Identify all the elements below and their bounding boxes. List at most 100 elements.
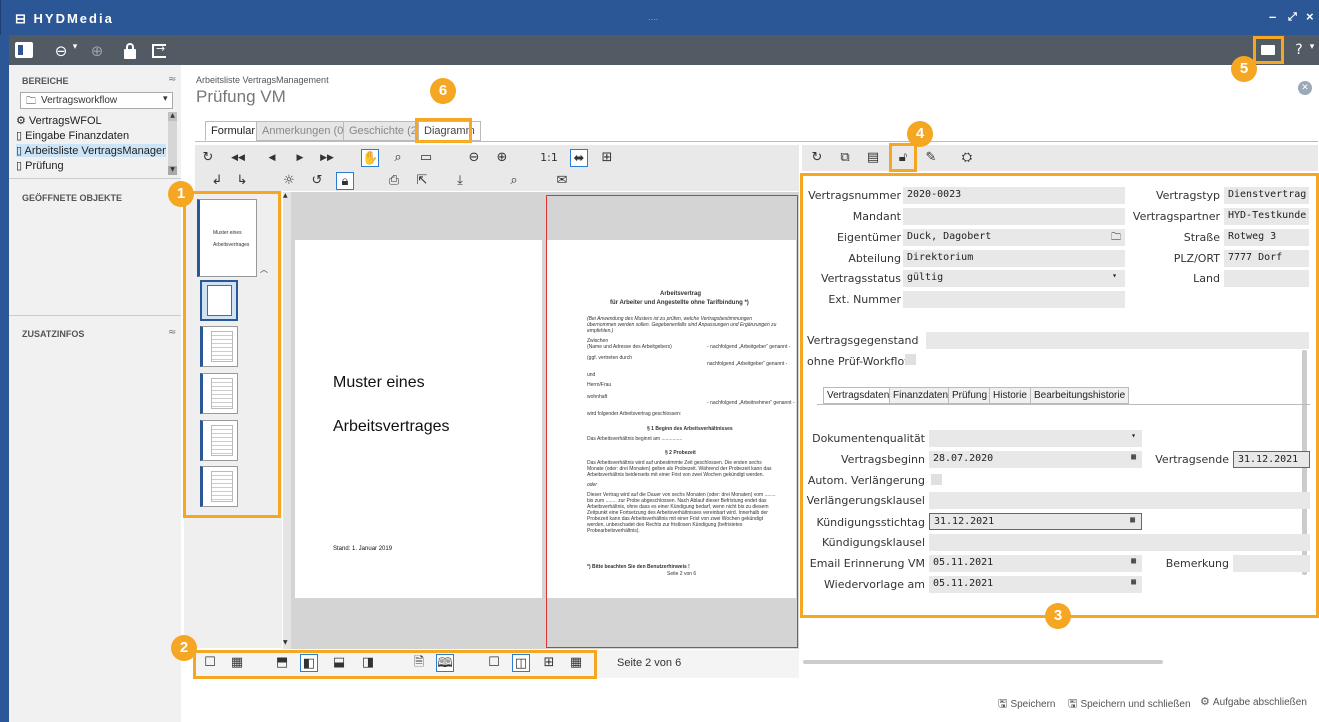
close-button[interactable]: × (1306, 9, 1314, 24)
sidebar-bereiche-heading: BEREICHE (22, 76, 69, 86)
lock-icon[interactable] (124, 43, 136, 59)
page-status: Seite 2 von 6 (617, 657, 682, 669)
restore-button[interactable]: ⤢ (1288, 11, 1297, 24)
highlight-box-5 (1253, 36, 1284, 64)
sidebar-item-pruefung[interactable]: ▯ Prüfung (16, 159, 64, 172)
zoom-select-icon[interactable]: ⌕ (389, 149, 407, 167)
zoom-1to1-button[interactable]: 1:1 (538, 149, 560, 167)
copy-icon[interactable]: ⧉ (836, 149, 854, 167)
drag-handle[interactable]: .... (648, 13, 658, 22)
download-icon[interactable]: ⤓ (451, 172, 469, 190)
window-left-edge (0, 35, 9, 722)
thumbnail-scrollbar[interactable]: ▲ ▼ (283, 192, 291, 649)
highlight-box-6 (415, 118, 472, 143)
hand-tool-icon[interactable]: ✋ (361, 149, 379, 167)
badge-6: 6 (430, 78, 456, 104)
next-page-icon[interactable]: ▶ (291, 149, 309, 167)
zoom-in-icon[interactable]: ⊕ (493, 149, 511, 167)
title-bar: ⊟ HYDMedia .... – ⤢ × (0, 0, 1319, 35)
last-page-icon[interactable]: ▶▶ (318, 149, 336, 167)
close-panel-icon[interactable]: ✕ (1298, 81, 1312, 95)
app-logo-icon: ⊟ (15, 11, 34, 26)
external-link-icon[interactable]: ⇱ (413, 172, 431, 190)
sidebar-item-label: VertragsWFOL (28, 115, 102, 127)
first-page-icon[interactable]: ◀◀ (229, 149, 247, 167)
area-select-icon[interactable]: ▭ (417, 149, 435, 167)
save-label: Speichern (1010, 699, 1056, 710)
breadcrumb: Arbeitsliste VertragsManagement (196, 75, 329, 85)
page-title: Prüfung VM (196, 87, 286, 106)
stamp-icon[interactable]: ⛭ (958, 149, 976, 167)
document-page-1: Muster eines Arbeitsvertrages Stand: 1. … (295, 240, 542, 598)
task-icon: ▯ (16, 130, 26, 142)
collapse-icon[interactable]: ≈ (168, 327, 176, 338)
highlight-box-3 (800, 173, 1319, 618)
save-button[interactable]: 🖫 Speichern (998, 695, 1055, 714)
reset-icon[interactable]: ↺ (308, 172, 326, 190)
sidebar-item-label: Arbeitsliste VertragsManagem (24, 145, 166, 157)
folder-icon: 🗀 (26, 96, 36, 107)
finish-task-label: Aufgabe abschließen (1212, 697, 1307, 708)
workflow-select-value: Vertragsworkflow (41, 95, 118, 106)
minimize-button[interactable]: – (1269, 9, 1276, 24)
back-icon[interactable]: ⊖ (52, 42, 70, 60)
highlight-box-4 (889, 143, 917, 172)
gears-icon: ⚙ (16, 115, 29, 127)
doc-page1-title-line1: Muster eines (333, 374, 425, 391)
search-doc-icon[interactable]: ⌕ (505, 172, 523, 190)
edit-icon[interactable]: ✎ (922, 149, 940, 167)
print-icon[interactable]: ⎙ (385, 172, 403, 190)
finish-task-button[interactable]: ⚙ Aufgabe abschließen (1200, 695, 1307, 708)
brightness-icon[interactable]: ☼ (280, 172, 298, 190)
save-close-button[interactable]: 🖫 Speichern und schließen (1068, 695, 1191, 714)
tab-geschichte[interactable]: Geschichte (2) (343, 121, 427, 141)
chevron-down-icon: ▾ (163, 94, 168, 104)
sidebar-scrollbar[interactable]: ▲ ▼ (168, 112, 177, 175)
fit-page-icon[interactable]: ⊞ (598, 149, 616, 167)
sidebar-item-label: Eingabe Finanzdaten (25, 130, 130, 142)
help-icon[interactable]: ? (1290, 42, 1308, 58)
refresh-icon[interactable]: ↻ (199, 149, 217, 167)
horizontal-scrollbar[interactable] (803, 660, 1163, 664)
task-icon: ▯ (16, 160, 26, 172)
doc-page1-stand: Stand: 1. Januar 2019 (333, 546, 393, 552)
page-selection-frame (546, 195, 798, 648)
floppy-icon: 🖫 (998, 698, 1011, 710)
email-doc-icon[interactable]: ✉ (553, 172, 571, 190)
sidebar: BEREICHE ≈ 🗀 Vertragsworkflow ▾ ▲ ▼ ⚙ Ver… (9, 65, 181, 722)
workflow-select[interactable]: 🗀 Vertragsworkflow ▾ (20, 92, 173, 109)
task-icon: ▯ (16, 145, 25, 157)
forward-icon[interactable]: ⊕ (88, 42, 106, 60)
prev-page-icon[interactable]: ◀ (263, 149, 281, 167)
comment-icon[interactable]: ▤ (864, 149, 882, 167)
sidebar-toggle-icon[interactable] (15, 42, 33, 58)
app-title: HYDMedia (33, 11, 114, 26)
save-close-icon: 🖫 (1068, 698, 1081, 710)
badge-5: 5 (1231, 56, 1257, 82)
divider (9, 178, 181, 179)
rotate-left-icon[interactable]: ↲ (208, 172, 226, 190)
back-dropdown-icon[interactable]: ▾ (71, 42, 79, 58)
divider (9, 315, 181, 316)
highlight-box-1 (183, 191, 281, 518)
badge-3: 3 (1045, 603, 1071, 629)
sidebar-geoeffnete-heading: GEÖFFNETE OBJEKTE (22, 193, 123, 203)
sidebar-item-vertragswfol[interactable]: ⚙ VertragsWFOL (16, 114, 102, 127)
viewer-toolbar: ↻ ◀◀ ◀ ▶ ▶▶ ✋ ⌕ ▭ ⊖ ⊕ 1:1 ⬌ ⊞ ↲ ↳ ☼ ↺ 🔒︎… (195, 145, 799, 191)
badge-2: 2 (171, 635, 197, 661)
logout-icon[interactable]: → (152, 42, 166, 58)
tab-anmerkungen[interactable]: Anmerkungen (0) (256, 121, 353, 141)
tab-formular[interactable]: Formular (205, 121, 262, 141)
zoom-out-icon[interactable]: ⊖ (465, 149, 483, 167)
app-logo: ⊟ HYDMedia (15, 11, 114, 27)
save-close-label: Speichern und schließen (1080, 699, 1191, 710)
doc-page1-title-line2: Arbeitsvertrages (333, 418, 450, 435)
rotate-right-icon[interactable]: ↳ (233, 172, 251, 190)
lock-view-icon[interactable]: 🔒︎ (336, 172, 354, 190)
collapse-icon[interactable]: ≈ (168, 74, 176, 85)
sidebar-item-eingabe[interactable]: ▯ Eingabe Finanzdaten (16, 129, 129, 142)
refresh-form-icon[interactable]: ↻ (808, 149, 826, 167)
sidebar-item-arbeitsliste[interactable]: ▯ Arbeitsliste VertragsManagem (16, 144, 166, 157)
help-dropdown-icon[interactable]: ▾ (1308, 42, 1316, 58)
fit-width-icon[interactable]: ⬌ (570, 149, 588, 167)
